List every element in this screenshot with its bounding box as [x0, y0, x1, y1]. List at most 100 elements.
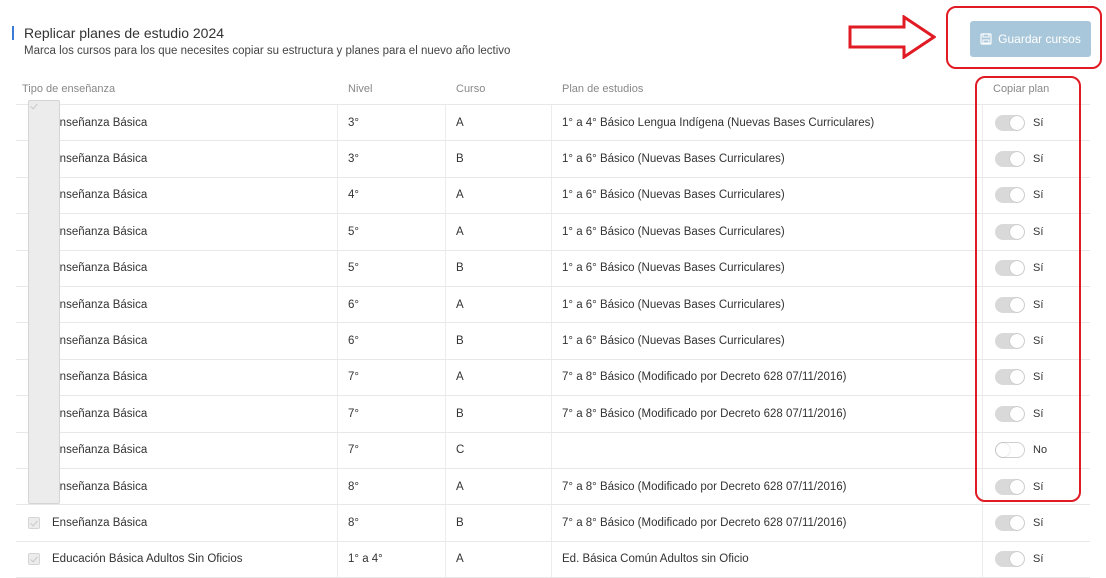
annotation-box-checkboxes	[28, 100, 60, 504]
header-plan: Plan de estudios	[562, 82, 644, 95]
page-title: Replicar planes de estudio 2024	[24, 25, 225, 41]
tipo-text: Enseñanza Básica	[52, 153, 148, 166]
table-row: Enseñanza Básica 4° A 1° a 6° Básico (Nueva…	[16, 177, 1090, 215]
table-row: Enseñanza Básica 6° B 1° a 6° Básico (Nueva…	[16, 323, 1090, 360]
tipo-text: Enseñanza Básica	[52, 298, 148, 311]
cell-nivel: 1° a 4°	[338, 541, 446, 578]
tipo-text: Enseñanza Básica	[52, 480, 148, 493]
tipo-text: Enseñanza Básica	[52, 116, 148, 129]
cell-tipo: Enseñanza Básica	[16, 214, 338, 250]
cell-copy: Sí	[983, 542, 1090, 577]
cell-curso: B	[446, 141, 552, 177]
row-checkbox[interactable]	[28, 553, 40, 566]
tipo-text: Enseñanza Básica	[52, 225, 148, 238]
annotation-arrow-icon	[848, 15, 936, 59]
table-header: Tipo de enseñanza Nivel Curso Plan de es…	[16, 73, 1090, 105]
cell-plan: 1° a 4° Básico Lengua Indígena (Nuevas B…	[552, 105, 983, 141]
tipo-text: Enseñanza Básica	[52, 444, 148, 457]
cell-curso: A	[446, 177, 552, 214]
cell-curso: A	[446, 286, 552, 323]
table-row: Enseñanza Básica 5° B 1° a 6° Básico (Nueva…	[16, 250, 1090, 287]
tipo-text: Enseñanza Básica	[52, 371, 148, 384]
tipo-text: Enseñanza Básica	[52, 516, 148, 529]
cell-nivel: 8°	[338, 505, 446, 541]
table-row: Enseñanza Básica 5° A 1° a 6° Básico (Nueva…	[16, 214, 1090, 251]
copy-plan-toggle[interactable]	[995, 514, 1025, 531]
courses-table: Tipo de enseñanza Nivel Curso Plan de es…	[16, 73, 1090, 578]
cell-tipo: Enseñanza Básica	[16, 468, 338, 505]
cell-tipo: Educación Básica Adultos Sin Oficios	[16, 541, 338, 578]
cell-nivel: 5°	[338, 214, 446, 250]
cell-plan: 7° a 8° Básico (Modificado por Decreto 6…	[552, 359, 983, 396]
table-row: Educación Básica Adultos Sin Oficios 1° a…	[16, 541, 1090, 578]
tipo-text: Educación Básica Adultos Sin Oficios	[52, 553, 243, 566]
cell-nivel: 7°	[338, 359, 446, 396]
cell-curso: A	[446, 468, 552, 505]
table-row: Enseñanza Básica 6° A 1° a 6° Básico (Nueva…	[16, 286, 1090, 324]
cell-nivel: 6°	[338, 286, 446, 323]
row-checkbox[interactable]	[28, 516, 40, 529]
table-row: Enseñanza Básica 7° B 7° a 8° Básico (Modif…	[16, 396, 1090, 433]
tipo-text: Enseñanza Básica	[52, 335, 148, 348]
cell-tipo: Enseñanza Básica	[16, 250, 338, 286]
title-accent-bar	[12, 26, 14, 40]
copy-plan-label: Sí	[1033, 553, 1044, 566]
cell-nivel: 7°	[338, 396, 446, 432]
cell-curso: C	[446, 432, 552, 468]
tipo-text: Enseñanza Básica	[52, 407, 148, 420]
table-row: Enseñanza Básica 7° A 7° a 8° Básico (Modif…	[16, 359, 1090, 397]
cell-curso: B	[446, 505, 552, 541]
tipo-text: Enseñanza Básica	[52, 262, 148, 275]
cell-plan: 7° a 8° Básico (Modificado por Decreto 6…	[552, 468, 983, 505]
table-row: Enseñanza Básica 3° B 1° a 6° Básico (Nueva…	[16, 141, 1090, 178]
cell-tipo: Enseñanza Básica	[16, 359, 338, 396]
cell-nivel: 3°	[338, 141, 446, 177]
cell-plan: 7° a 8° Básico (Modificado por Decreto 6…	[552, 396, 983, 432]
cell-plan: 1° a 6° Básico (Nuevas Bases Curriculare…	[552, 177, 983, 214]
toggle-knob	[1010, 515, 1024, 530]
table-row: Enseñanza Básica 7° C No	[16, 432, 1090, 469]
cell-plan: 1° a 6° Básico (Nuevas Bases Curriculare…	[552, 286, 983, 323]
cell-tipo: Enseñanza Básica	[16, 396, 338, 432]
table-row: Enseñanza Básica 8° A 7° a 8° Básico (Modif…	[16, 468, 1090, 506]
cell-nivel: 4°	[338, 177, 446, 214]
copy-plan-toggle[interactable]	[995, 551, 1025, 568]
cell-tipo: Enseñanza Básica	[16, 141, 338, 177]
cell-curso: A	[446, 359, 552, 396]
cell-tipo: Enseñanza Básica	[16, 432, 338, 468]
cell-tipo: Enseñanza Básica	[16, 286, 338, 323]
cell-nivel: 5°	[338, 250, 446, 286]
page-subtitle: Marca los cursos para los que necesites …	[24, 45, 511, 57]
copy-plan-label: Sí	[1033, 516, 1044, 529]
cell-plan	[552, 432, 983, 468]
cell-plan: 1° a 6° Básico (Nuevas Bases Curriculare…	[552, 323, 983, 359]
table-row: Enseñanza Básica 8° B 7° a 8° Básico (Modif…	[16, 505, 1090, 542]
cell-curso: B	[446, 396, 552, 432]
cell-tipo: Enseñanza Básica	[16, 323, 338, 359]
cell-nivel: 3°	[338, 105, 446, 141]
cell-tipo: Enseñanza Básica	[16, 505, 338, 541]
cell-curso: A	[446, 541, 552, 578]
cell-curso: B	[446, 323, 552, 359]
cell-tipo: Enseñanza Básica	[16, 105, 338, 141]
cell-plan: Ed. Básica Común Adultos sin Oficio	[552, 541, 983, 578]
cell-nivel: 7°	[338, 432, 446, 468]
cell-curso: B	[446, 250, 552, 286]
header-curso: Curso	[456, 82, 486, 95]
annotation-box-save	[946, 6, 1102, 69]
cell-curso: A	[446, 214, 552, 250]
cell-plan: 1° a 6° Básico (Nuevas Bases Curriculare…	[552, 141, 983, 177]
cell-tipo: Enseñanza Básica	[16, 177, 338, 214]
cell-curso: A	[446, 105, 552, 141]
toggle-knob	[1010, 552, 1024, 567]
cell-nivel: 6°	[338, 323, 446, 359]
header-nivel: Nivel	[348, 82, 373, 95]
cell-copy: Sí	[983, 505, 1090, 540]
cell-plan: 7° a 8° Básico (Modificado por Decreto 6…	[552, 505, 983, 541]
cell-plan: 1° a 6° Básico (Nuevas Bases Curriculare…	[552, 214, 983, 250]
cell-nivel: 8°	[338, 468, 446, 505]
table-row: Enseñanza Básica 3° A 1° a 4° Básico Lengua…	[16, 105, 1090, 142]
header-tipo: Tipo de enseñanza	[22, 82, 116, 95]
cell-plan: 1° a 6° Básico (Nuevas Bases Curriculare…	[552, 250, 983, 286]
tipo-text: Enseñanza Básica	[52, 189, 148, 202]
